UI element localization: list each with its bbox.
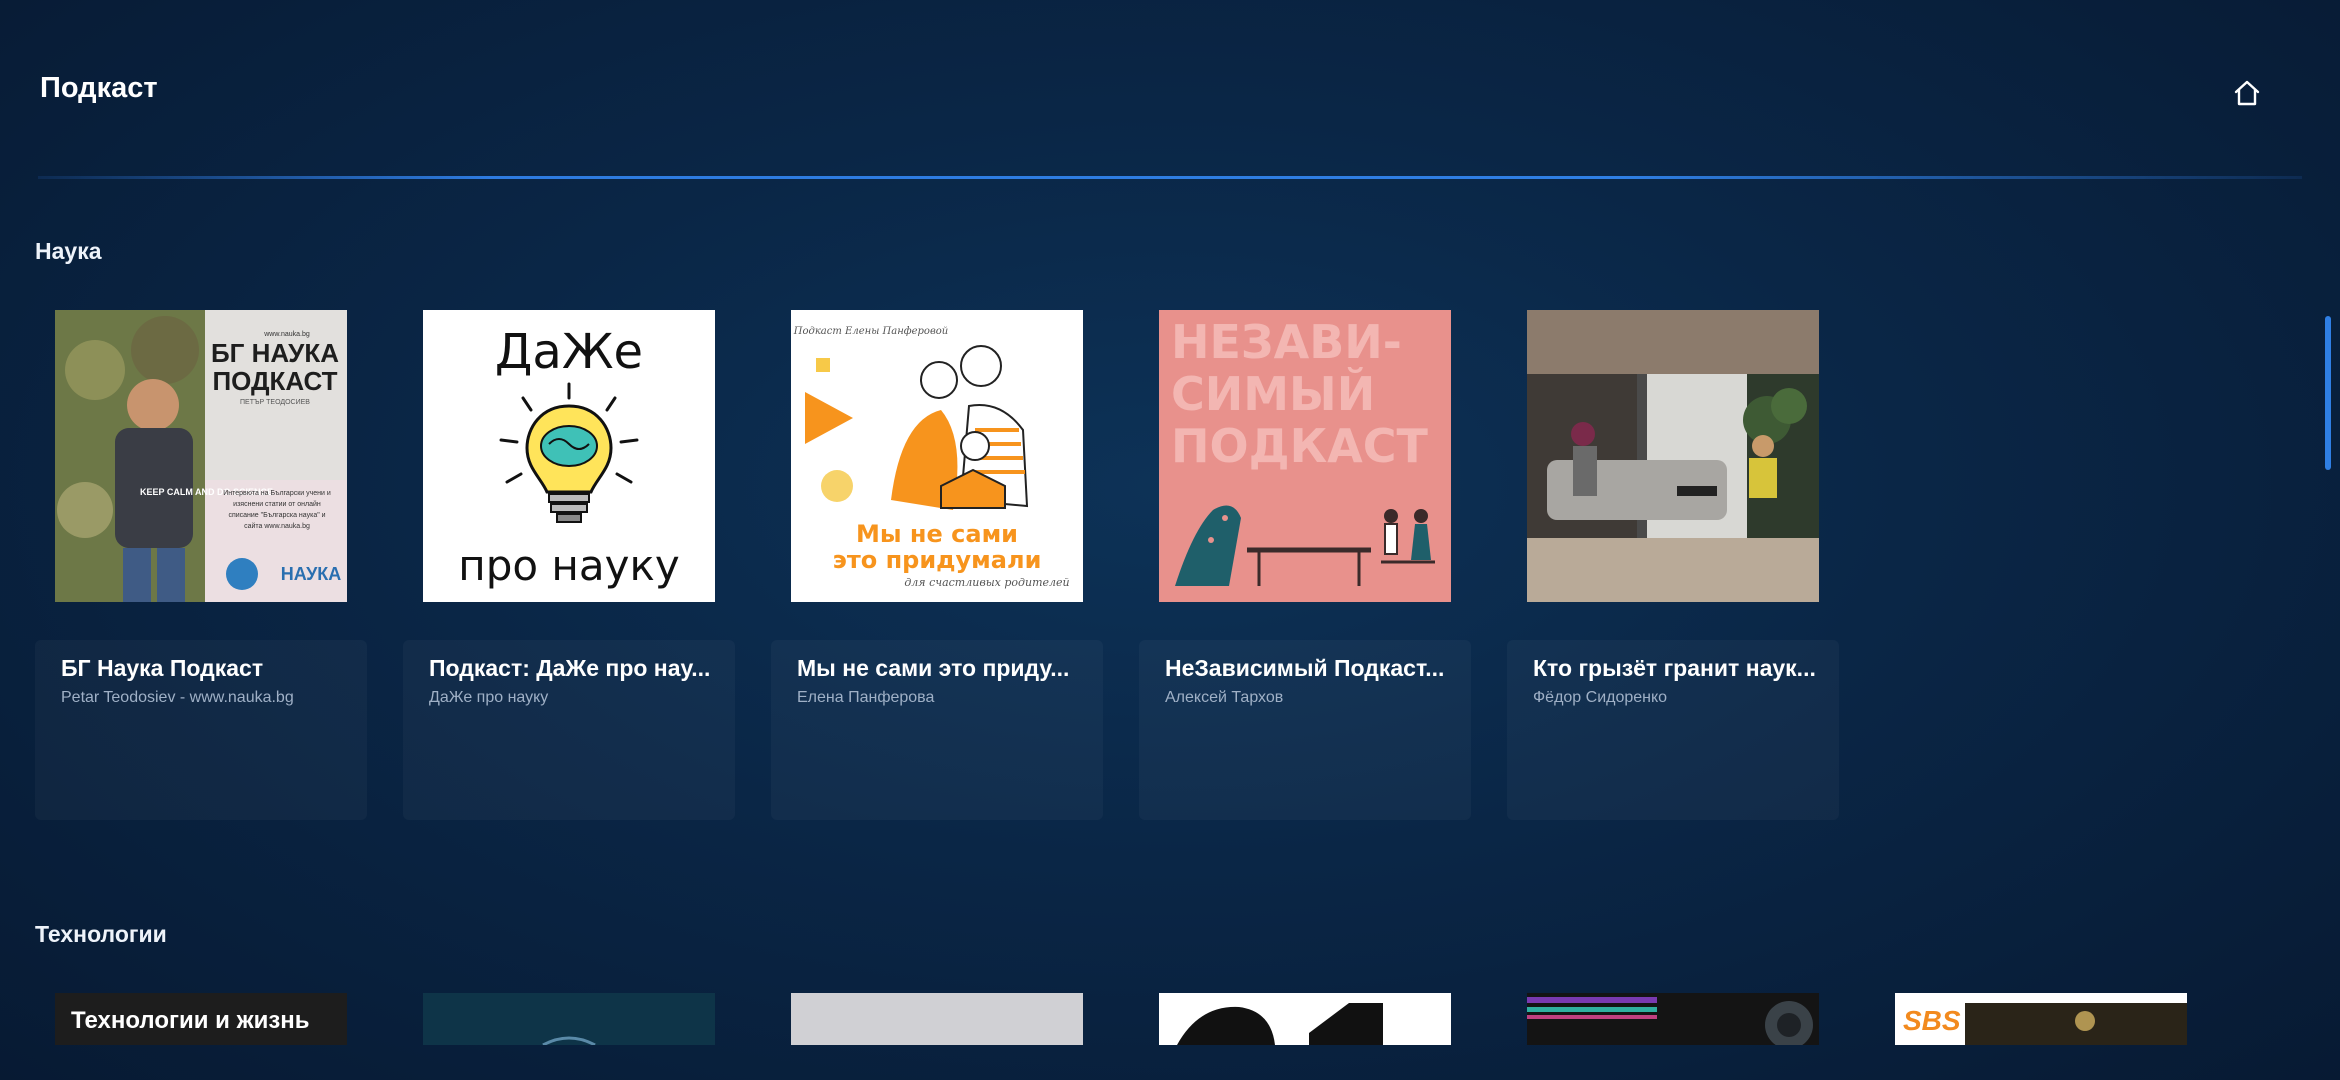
podcast-card[interactable]: ДаЖе про науку Подкаст: ДаЖе про нау... …: [403, 290, 735, 830]
cover-logo: НАУКА: [281, 564, 342, 584]
tech-podcast-cover[interactable]: Технологии и жизнь: [55, 993, 347, 1045]
podcast-card[interactable]: Кто грызёт гранит наук... Фёдор Сидоренк…: [1507, 290, 1839, 830]
app-header: Подкаст: [0, 0, 2340, 180]
svg-text:ПОДКАСТ: ПОДКАСТ: [212, 366, 337, 396]
scrollbar-thumb[interactable]: [2325, 316, 2331, 470]
svg-text:изяснени статии от онлайн: изяснени статии от онлайн: [233, 500, 321, 508]
cover-art: [542, 1036, 596, 1045]
podcast-cover: Подкаст Елены Панферовой Мы не сами это …: [791, 310, 1083, 602]
podcast-title: Подкаст: ДаЖе про нау...: [429, 655, 711, 681]
cover-art: [1527, 997, 1813, 1045]
podcast-author: Алексей Тархов: [1165, 689, 1284, 706]
cover-top-text: ДаЖе: [495, 324, 643, 380]
podcast-cover: НЕЗАВИ- СИМЫЙ ПОДКАСТ: [1159, 310, 1451, 602]
svg-text:ПОДКАСТ: ПОДКАСТ: [1171, 419, 1429, 473]
cover-art: ДаЖе про науку: [458, 324, 679, 590]
podcast-author: Petar Teodosiev - www.nauka.bg: [61, 689, 294, 706]
home-icon: [2234, 80, 2260, 106]
svg-text:списание "Българска наука" и: списание "Българска наука" и: [228, 512, 325, 519]
podcast-card[interactable]: KEEP CALM AND DO SCIENCE www.nauka.bg БГ…: [35, 290, 367, 830]
tech-podcast-cover[interactable]: [791, 993, 1083, 1045]
podcast-cover: ДаЖе про науку: [423, 310, 715, 602]
tech-podcast-cover[interactable]: [1159, 993, 1451, 1045]
page-title: Подкаст: [40, 72, 158, 104]
cover-text: Технологии и жизнь: [71, 1007, 310, 1034]
cover-art: Подкаст Елены Панферовой Мы не сами это …: [793, 326, 1070, 589]
cover-sub-text: для счастливых родителей: [904, 576, 1069, 589]
podcast-title: Кто грызёт гранит наук...: [1533, 655, 1816, 681]
svg-text:сайта www.nauka.bg: сайта www.nauka.bg: [244, 522, 310, 530]
podcast-author: Фёдор Сидоренко: [1533, 689, 1668, 706]
podcast-cover: KEEP CALM AND DO SCIENCE www.nauka.bg БГ…: [55, 310, 347, 602]
section-title-technology: Технологии: [35, 921, 167, 947]
cover-art: KEEP CALM AND DO SCIENCE www.nauka.bg БГ…: [55, 310, 347, 602]
tech-podcast-cover[interactable]: SBS: [1895, 993, 2187, 1045]
tech-podcast-cover[interactable]: [423, 993, 715, 1045]
cover-top-text: Подкаст Елены Панферовой: [793, 326, 949, 337]
home-button[interactable]: [2226, 72, 2268, 114]
svg-text:Интервюта на Български учени и: Интервюта на Български учени и: [223, 490, 331, 497]
podcast-title: НеЗависимый Подкаст...: [1165, 655, 1445, 681]
cover-host: ПЕТЪР ТЕОДОСИЕВ: [240, 399, 310, 406]
podcast-author: Елена Панферова: [797, 689, 935, 706]
podcast-title: БГ Наука Подкаст: [61, 655, 264, 681]
cover-art: НЕЗАВИ- СИМЫЙ ПОДКАСТ: [1171, 315, 1435, 586]
podcast-title: Мы не сами это приду...: [797, 655, 1070, 681]
cover-site: www.nauka.bg: [263, 331, 310, 338]
svg-text:СИМЫЙ: СИМЫЙ: [1171, 367, 1375, 421]
tech-podcast-cover[interactable]: [1527, 993, 1819, 1045]
svg-text:это придумали: это придумали: [833, 546, 1042, 574]
cover-text: SBS: [1903, 1005, 1961, 1036]
section-title-science: Наука: [35, 238, 102, 264]
podcast-author: ДаЖе про науку: [429, 689, 549, 706]
podcast-cover: [1527, 310, 1819, 602]
svg-text:БГ НАУКА: БГ НАУКА: [211, 338, 339, 368]
podcast-card[interactable]: НЕЗАВИ- СИМЫЙ ПОДКАСТ НеЗависимый Подкас…: [1139, 290, 1471, 830]
svg-text:НЕЗАВИ-: НЕЗАВИ-: [1171, 315, 1402, 369]
cover-art: [1177, 1003, 1383, 1045]
header-divider: [38, 176, 2302, 179]
cover-bottom-text: про науку: [458, 541, 679, 590]
cover-art: [1527, 310, 1819, 602]
svg-text:Мы не сами: Мы не сами: [856, 520, 1018, 548]
podcast-card[interactable]: Подкаст Елены Панферовой Мы не сами это …: [771, 290, 1103, 830]
